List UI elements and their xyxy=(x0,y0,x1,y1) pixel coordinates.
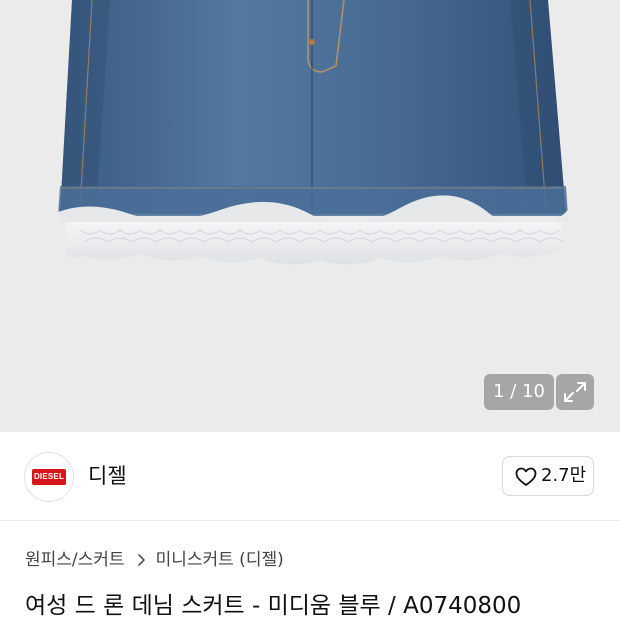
like-button[interactable]: 2.7만 xyxy=(502,456,594,496)
brand-logo-text: DIESEL xyxy=(33,472,65,481)
breadcrumb-category[interactable]: 원피스/스커트 xyxy=(25,546,125,574)
expand-icon xyxy=(564,382,586,402)
chevron-right-icon xyxy=(137,546,146,583)
like-count: 2.7만 xyxy=(541,465,587,486)
brand-name[interactable]: 디젤 xyxy=(88,461,127,491)
brand-logo[interactable]: DIESEL xyxy=(24,452,74,502)
product-image-gallery[interactable]: 1 / 10 xyxy=(0,0,620,432)
expand-button[interactable] xyxy=(556,374,594,410)
brand-row[interactable]: DIESEL 디젤 2.7만 xyxy=(0,432,620,521)
product-title: 여성 드 론 데님 스커트 - 미디움 블루 / A0740800 xyxy=(25,593,522,619)
heart-outline-icon xyxy=(515,467,537,486)
breadcrumb-subcategory[interactable]: 미니스커트 (디젤) xyxy=(156,546,284,574)
product-image xyxy=(58,0,568,265)
image-counter: 1 / 10 xyxy=(484,374,554,410)
breadcrumb: 원피스/스커트 미니스커트 (디젤) xyxy=(25,546,284,574)
